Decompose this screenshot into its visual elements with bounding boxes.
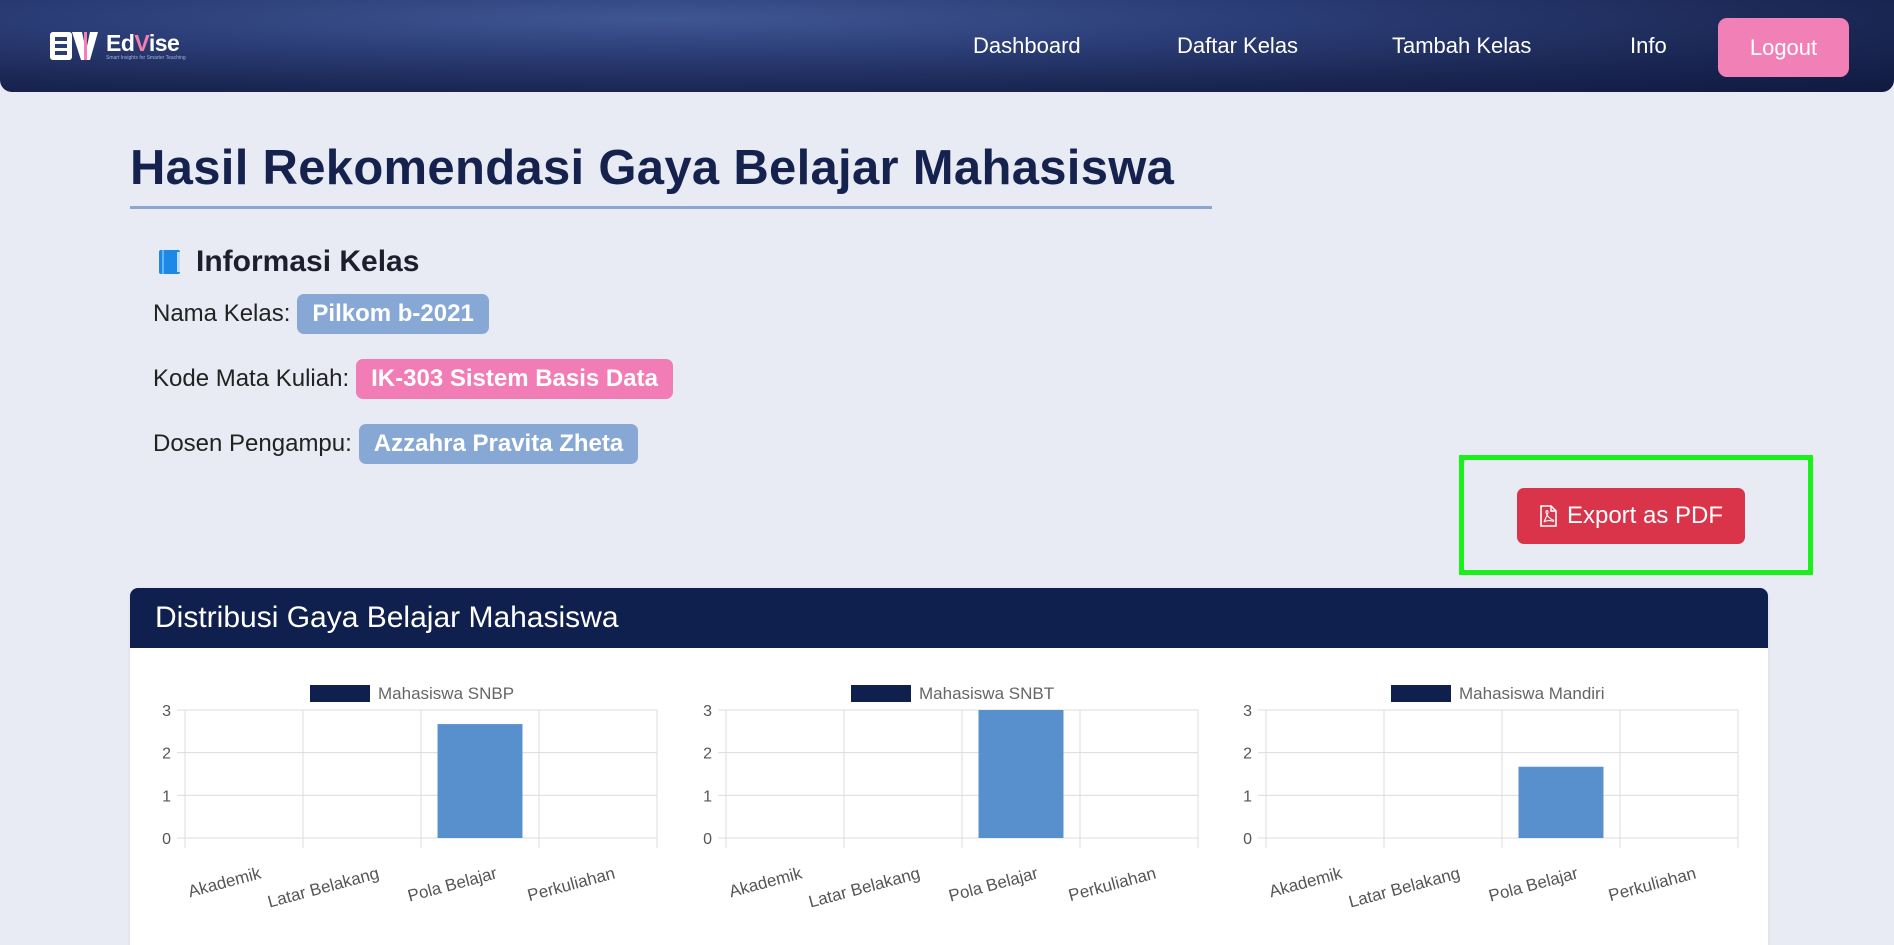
x-tick-label: Akademik [727,863,804,901]
nav-tambah-kelas[interactable]: Tambah Kelas [1392,33,1531,59]
nav-daftar-kelas[interactable]: Daftar Kelas [1177,33,1298,59]
logo[interactable]: EdVise Smart Insights for Smarter Teachi… [50,28,186,64]
y-tick-label: 1 [162,788,171,805]
x-tick-label: Perkuliahan [1066,864,1158,906]
y-tick-label: 3 [703,703,712,720]
legend-swatch [851,685,911,702]
title-underline [130,206,1212,209]
x-tick-label: Pola Belajar [1487,863,1581,905]
y-tick-label: 1 [1243,788,1252,805]
info-row-dosen: Dosen Pengampu: Azzahra Pravita Zheta [153,424,639,464]
kode-label: Kode Mata Kuliah: [153,365,350,392]
info-row-nama-kelas: Nama Kelas: Pilkom b-2021 [153,294,489,334]
chart-svg: Mahasiswa SNBP 0 1 2 3 Akademik Latar Belakang… [162,684,658,912]
x-tick-label: Akademik [1267,863,1344,901]
x-tick-label: Perkuliahan [525,864,617,906]
page-title: Hasil Rekomendasi Gaya Belajar Mahasiswa [130,141,1175,195]
nama-kelas-badge: Pilkom b-2021 [297,294,489,334]
chart-mandiri: Mahasiswa Mandiri 0 1 2 3 Akademik Latar Belak… [1226,663,1746,923]
y-tick-label: 2 [703,746,712,763]
export-label: Export as PDF [1566,502,1724,529]
nama-kelas-label: Nama Kelas: [153,300,291,327]
brand-tagline: Smart Insights for Smarter Teaching [106,55,186,61]
legend-label: Mahasiswa SNBP [378,684,514,703]
export-pdf-button[interactable]: Export as PDF [1517,488,1745,544]
legend-label: Mahasiswa SNBT [919,684,1054,703]
distribution-card: Distribusi Gaya Belajar Mahasiswa Mahasi… [130,588,1768,945]
x-tick-label: Akademik [186,863,263,901]
legend-swatch [1391,685,1451,702]
x-tick-label: Pola Belajar [406,863,500,905]
x-tick-label: Perkuliahan [1606,864,1698,906]
info-heading: Informasi Kelas [158,245,419,279]
info-row-kode: Kode Mata Kuliah: IK-303 Sistem Basis Da… [153,359,673,399]
chart-snbp: Mahasiswa SNBP 0 1 2 3 Akademik Latar Belakang… [145,663,665,923]
nav-dashboard[interactable]: Dashboard [973,33,1081,59]
y-tick-label: 3 [162,703,171,720]
y-tick-label: 0 [1243,831,1252,848]
chart-svg: Mahasiswa Mandiri 0 1 2 3 Akademik Latar Belak… [1243,684,1739,912]
card-header: Distribusi Gaya Belajar Mahasiswa [130,588,1768,648]
nav-info[interactable]: Info [1630,33,1667,59]
book-icon [158,249,182,275]
chart-svg: Mahasiswa SNBT 0 1 2 3 Akademik Latar Belakang… [703,684,1199,912]
y-tick-label: 2 [162,746,171,763]
chart-snbt: Mahasiswa SNBT 0 1 2 3 Akademik Latar Belakang… [686,663,1206,923]
dosen-badge: Azzahra Pravita Zheta [358,424,639,464]
y-tick-label: 0 [162,831,171,848]
y-tick-label: 2 [1243,746,1252,763]
bar [978,710,1064,838]
legend-swatch [310,685,370,702]
brand-name: EdVise [106,30,180,56]
y-tick-label: 0 [703,831,712,848]
y-tick-label: 3 [1243,703,1252,720]
x-tick-label: Pola Belajar [947,863,1041,905]
pdf-icon [1539,505,1557,527]
dosen-label: Dosen Pengampu: [153,430,352,457]
edvise-logo-icon [50,29,100,63]
navbar: EdVise Smart Insights for Smarter Teachi… [0,0,1894,92]
bar [1518,766,1604,838]
legend-label: Mahasiswa Mandiri [1459,684,1605,703]
x-tick-label: Latar Belakang [266,864,381,912]
bar [437,724,523,838]
y-tick-label: 1 [703,788,712,805]
x-tick-label: Latar Belakang [1347,864,1462,912]
info-heading-label: Informasi Kelas [196,245,420,278]
x-tick-label: Latar Belakang [807,864,922,912]
logout-button[interactable]: Logout [1718,18,1849,77]
kode-badge: IK-303 Sistem Basis Data [356,359,673,399]
